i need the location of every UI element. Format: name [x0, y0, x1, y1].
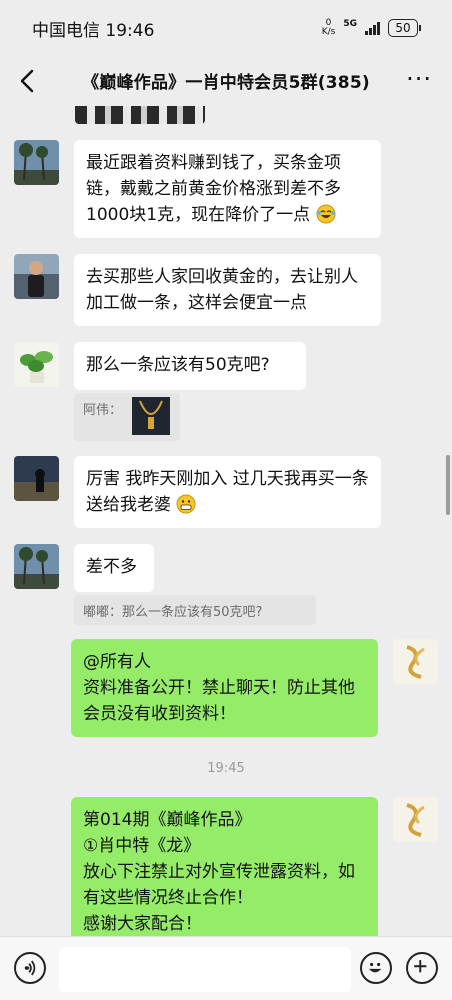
status-right: 0 K/s 5G 50 [322, 19, 421, 37]
quote-sender: 阿伟： [83, 403, 123, 418]
chat-bubble[interactable]: 厉害 我昨天刚加入 过几天我再买一条送给我老婆 [74, 456, 381, 528]
message-text: 那么一条应该有50克吧? [86, 355, 270, 375]
laughing-tears-emoji [316, 204, 335, 224]
avatar[interactable] [14, 456, 59, 501]
battery-level: 50 [395, 21, 411, 35]
avatar-own[interactable] [393, 797, 438, 842]
input-bar [0, 936, 452, 1000]
chat-bubble[interactable]: 差不多 [74, 544, 154, 592]
message-text: 第014期《巅峰作品》 ①肖中特《龙》 放心下注禁止对外宣传泄露资料，如有这些情… [83, 810, 355, 934]
voice-icon[interactable] [14, 952, 46, 984]
timestamp: 19:45 [207, 761, 245, 776]
avatar-own[interactable] [393, 639, 438, 684]
message-text: 最近跟着资料赚到钱了，买条金项链，戴戴之前黄金价格涨到差不多1000块1克，现在… [86, 153, 341, 225]
chat-bubble-own[interactable]: @所有人 资料准备公开！禁止聊天！防止其他会员没有收到资料！ [71, 639, 378, 737]
network-type: 5G [343, 19, 357, 29]
chat-bubble[interactable]: 那么一条应该有50克吧? [74, 342, 306, 390]
quote-text: 嘟嘟：那么一条应该有50克吧? [83, 605, 263, 620]
emoji-icon[interactable] [360, 952, 392, 984]
necklace-image-thumbnail[interactable] [132, 397, 170, 435]
status-bar: 中国电信 19:46 0 K/s 5G 50 [0, 0, 452, 56]
signal-icon [365, 21, 380, 35]
chat-bubble-own[interactable]: 第014期《巅峰作品》 ①肖中特《龙》 放心下注禁止对外宣传泄露资料，如有这些情… [71, 797, 378, 936]
message-text: @所有人 资料准备公开！禁止聊天！防止其他会员没有收到资料！ [83, 652, 355, 724]
message-input[interactable] [59, 947, 351, 992]
battery-icon: 50 [388, 19, 421, 37]
status-left: 中国电信 19:46 [32, 16, 154, 41]
more-options-button[interactable]: ··· [406, 67, 432, 91]
avatar[interactable] [14, 140, 59, 185]
chat-title: 《巅峰作品》一肖中特会员5群(385) [82, 73, 370, 93]
net-speed: 0 K/s [322, 19, 336, 37]
quote-reply[interactable]: 阿伟： [74, 393, 180, 441]
chat-bubble[interactable]: 最近跟着资料赚到钱了，买条金项链，戴戴之前黄金价格涨到差不多1000块1克，现在… [74, 140, 381, 238]
message-text: 去买那些人家回收黄金的，去让别人加工做一条，这样会便宜一点 [86, 267, 358, 313]
title-bar: 《巅峰作品》一肖中特会员5群(385) ··· [0, 56, 452, 106]
carrier-name: 中国电信 [32, 20, 100, 41]
avatar[interactable] [14, 544, 59, 589]
previous-image-message[interactable] [75, 106, 205, 124]
chat-bubble[interactable]: 去买那些人家回收黄金的，去让别人加工做一条，这样会便宜一点 [74, 254, 381, 326]
clock: 19:46 [105, 20, 155, 41]
grinning-emoji [176, 494, 196, 514]
avatar[interactable] [14, 254, 59, 299]
message-text: 差不多 [86, 557, 137, 577]
plus-icon[interactable] [406, 952, 438, 984]
message-text: 厉害 我昨天刚加入 过几天我再买一条送给我老婆 [86, 469, 369, 515]
scrollbar[interactable] [446, 455, 450, 515]
net-speed-unit: K/s [321, 27, 336, 37]
quote-reply[interactable]: 嘟嘟：那么一条应该有50克吧? [74, 595, 316, 625]
chat-area[interactable]: 最近跟着资料赚到钱了，买条金项链，戴戴之前黄金价格涨到差不多1000块1克，现在… [0, 106, 452, 936]
avatar[interactable] [14, 342, 59, 387]
